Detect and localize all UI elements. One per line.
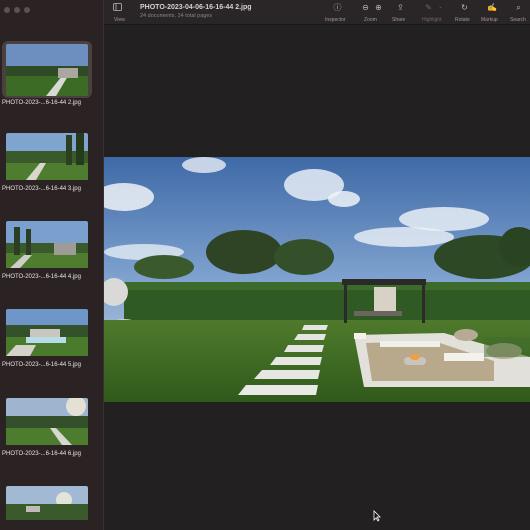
zoom-label: Zoom xyxy=(364,17,377,23)
thumbnail-image xyxy=(6,133,88,185)
thumbnail-label: PHOTO-2023-...6-16-44 2.jpg xyxy=(2,100,81,106)
share-icon[interactable]: ⇪ xyxy=(396,3,405,12)
inspector-label: Inspector xyxy=(325,17,346,23)
rotate-label: Rotate xyxy=(455,17,470,23)
document-viewer[interactable] xyxy=(94,25,530,530)
markup-icon[interactable]: ✍ xyxy=(487,3,497,12)
thumbnail-label: PHOTO-2023-...6-16-44 3.jpg xyxy=(2,186,81,192)
zoom-out-icon[interactable]: ⊖ xyxy=(361,3,370,12)
inspector-icon[interactable]: ⓘ xyxy=(333,3,342,12)
zoom-window-button[interactable] xyxy=(24,7,30,13)
garden-render-image xyxy=(94,157,530,402)
thumbnail-image xyxy=(6,398,88,450)
highlight-icon[interactable]: ✎ xyxy=(424,3,433,12)
toolbar: View PHOTO-2023-04-06-16-16-44 2.jpg 24 … xyxy=(104,0,530,25)
thumbnail-image xyxy=(6,486,88,520)
sidebar-toggle-icon[interactable] xyxy=(113,3,122,12)
rotate-icon[interactable]: ↻ xyxy=(460,3,469,12)
document-count: 24 documents, 24 total pages xyxy=(140,13,213,19)
thumbnail-image xyxy=(6,309,88,361)
search-label: Search xyxy=(510,17,526,23)
view-label: View xyxy=(114,17,125,23)
thumbnail-image xyxy=(6,44,88,96)
chevron-down-icon[interactable]: ⌄ xyxy=(436,3,445,12)
thumbnail-image xyxy=(6,221,88,273)
close-window-button[interactable] xyxy=(4,7,10,13)
thumbnail-label: PHOTO-2023-...6-16-44 5.jpg xyxy=(2,362,81,368)
markup-label: Markup xyxy=(481,17,498,23)
thumbnail-label: PHOTO-2023-...6-16-44 4.jpg xyxy=(2,274,81,280)
thumbnail-label: PHOTO-2023-...6-16-44 6.jpg xyxy=(2,451,81,457)
thumbnail-sidebar[interactable]: PHOTO-2023-...6-16-44 2.jpg PHOTO-2023-.… xyxy=(0,0,104,530)
search-icon[interactable]: ⌕ xyxy=(514,3,523,12)
highlight-label: Highlight xyxy=(422,17,442,23)
minimize-window-button[interactable] xyxy=(14,7,20,13)
pointer-cursor-icon xyxy=(373,509,381,522)
window-title: PHOTO-2023-04-06-16-16-44 2.jpg xyxy=(140,4,252,11)
zoom-in-icon[interactable]: ⊕ xyxy=(374,3,383,12)
share-label: Share xyxy=(392,17,406,23)
